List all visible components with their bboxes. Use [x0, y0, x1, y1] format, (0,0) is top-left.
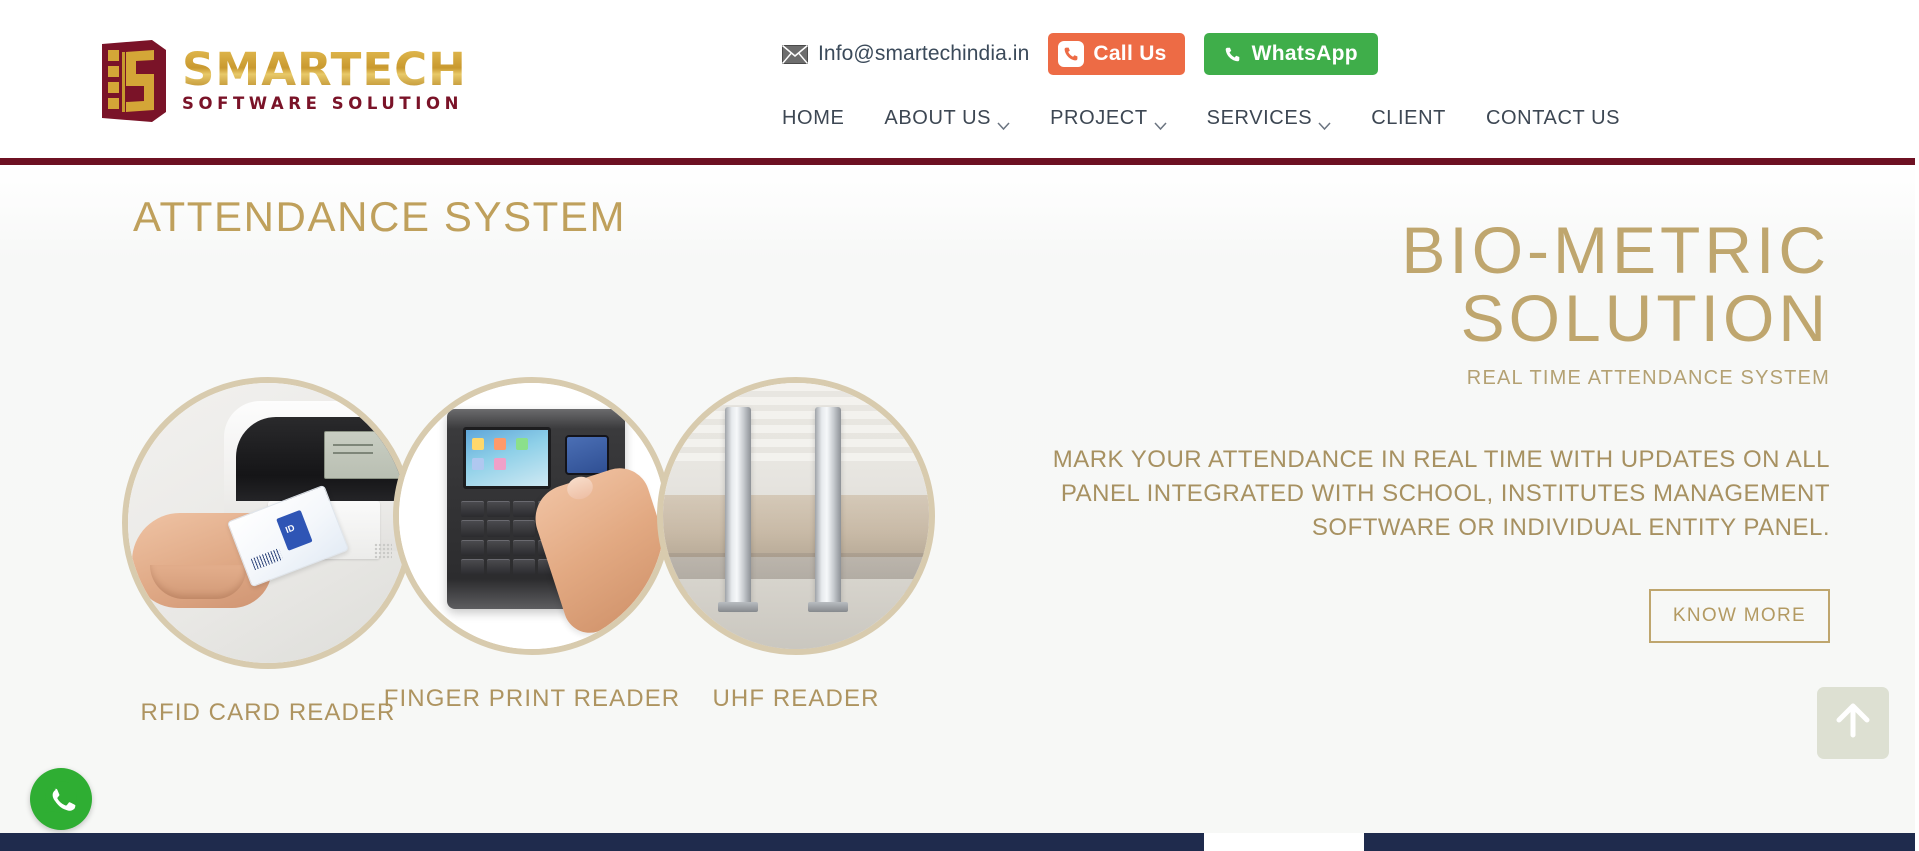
page-right-edge	[1915, 0, 1919, 851]
site-header: SMARTECH SOFTWARE SOLUTION Info@smartech…	[0, 0, 1919, 165]
product-item-uhf[interactable]: UHF READER	[648, 377, 944, 713]
chevron-down-icon	[1318, 114, 1331, 131]
footer-bar	[0, 833, 1919, 851]
email-link[interactable]: Info@smartechindia.in	[781, 42, 1030, 66]
logo-sub-text: SOFTWARE SOLUTION	[182, 94, 464, 114]
hero-section: ATTENDANCE SYSTEM RFID CARD READER	[0, 165, 1919, 833]
nav-label: ABOUT US	[884, 107, 992, 129]
whatsapp-icon	[41, 777, 81, 822]
whatsapp-label: WhatsApp	[1251, 42, 1358, 65]
call-us-label: Call Us	[1093, 42, 1167, 65]
scroll-to-top-button[interactable]	[1817, 687, 1889, 759]
footer-gap	[1204, 833, 1364, 851]
nav-item-about-us[interactable]: ABOUT US	[864, 107, 1030, 131]
main-navigation: HOME ABOUT US PROJECT SERVICES CLIENT CO…	[782, 107, 1640, 131]
nav-label: PROJECT	[1050, 107, 1148, 129]
product-label: FINGER PRINT READER	[383, 685, 681, 712]
nav-item-services[interactable]: SERVICES	[1187, 107, 1352, 131]
chevron-down-icon	[1154, 114, 1167, 131]
fingerprint-reader-photo	[393, 377, 671, 655]
logo-mark-icon	[98, 40, 170, 122]
email-text: Info@smartechindia.in	[818, 42, 1030, 65]
header-divider	[0, 158, 1919, 165]
product-label: RFID CARD READER	[140, 699, 396, 726]
envelope-icon	[781, 44, 809, 64]
product-circle-list: RFID CARD READER FINGER PRINT READER	[120, 377, 944, 727]
rfid-card-reader-photo	[122, 377, 414, 669]
hero-subheadline: REAL TIME ATTENDANCE SYSTEM	[1466, 366, 1830, 389]
site-logo[interactable]: SMARTECH SOFTWARE SOLUTION	[98, 40, 467, 122]
hero-headline-line2: SOLUTION	[1460, 280, 1830, 355]
hero-paragraph: MARK YOUR ATTENDANCE IN REAL TIME WITH U…	[1052, 445, 1830, 541]
nav-label: CONTACT US	[1485, 107, 1621, 129]
nav-item-project[interactable]: PROJECT	[1030, 107, 1187, 131]
product-item-rfid[interactable]: RFID CARD READER	[120, 377, 416, 727]
nav-label: HOME	[782, 107, 845, 129]
logo-main-text: SMARTECH	[182, 42, 467, 96]
whatsapp-button[interactable]: WhatsApp	[1203, 33, 1378, 75]
nav-label: CLIENT	[1371, 107, 1446, 129]
phone-handset-icon	[1224, 46, 1241, 63]
arrow-up-icon	[1835, 701, 1871, 746]
call-us-button[interactable]: Call Us	[1048, 33, 1185, 75]
product-label: UHF READER	[712, 685, 880, 712]
product-item-fingerprint[interactable]: FINGER PRINT READER	[384, 377, 680, 713]
nav-item-contact-us[interactable]: CONTACT US	[1466, 107, 1640, 130]
nav-item-client[interactable]: CLIENT	[1351, 107, 1466, 130]
nav-item-home[interactable]: HOME	[782, 107, 864, 130]
whatsapp-float-button[interactable]	[30, 768, 92, 830]
uhf-gate-reader-photo	[657, 377, 935, 655]
header-contact-row: Info@smartechindia.in Call Us WhatsApp	[781, 33, 1378, 75]
hero-copy-column: BIO-METRIC SOLUTION REAL TIME ATTENDANCE…	[1050, 213, 1830, 644]
chevron-down-icon	[997, 114, 1010, 131]
hero-headline-line1: BIO-METRIC	[1401, 213, 1830, 287]
hero-headline: BIO-METRIC SOLUTION	[1050, 213, 1830, 355]
page-title: ATTENDANCE SYSTEM	[133, 193, 627, 240]
nav-label: SERVICES	[1206, 107, 1313, 129]
phone-icon	[1058, 41, 1085, 67]
know-more-button[interactable]: KNOW MORE	[1648, 589, 1830, 644]
